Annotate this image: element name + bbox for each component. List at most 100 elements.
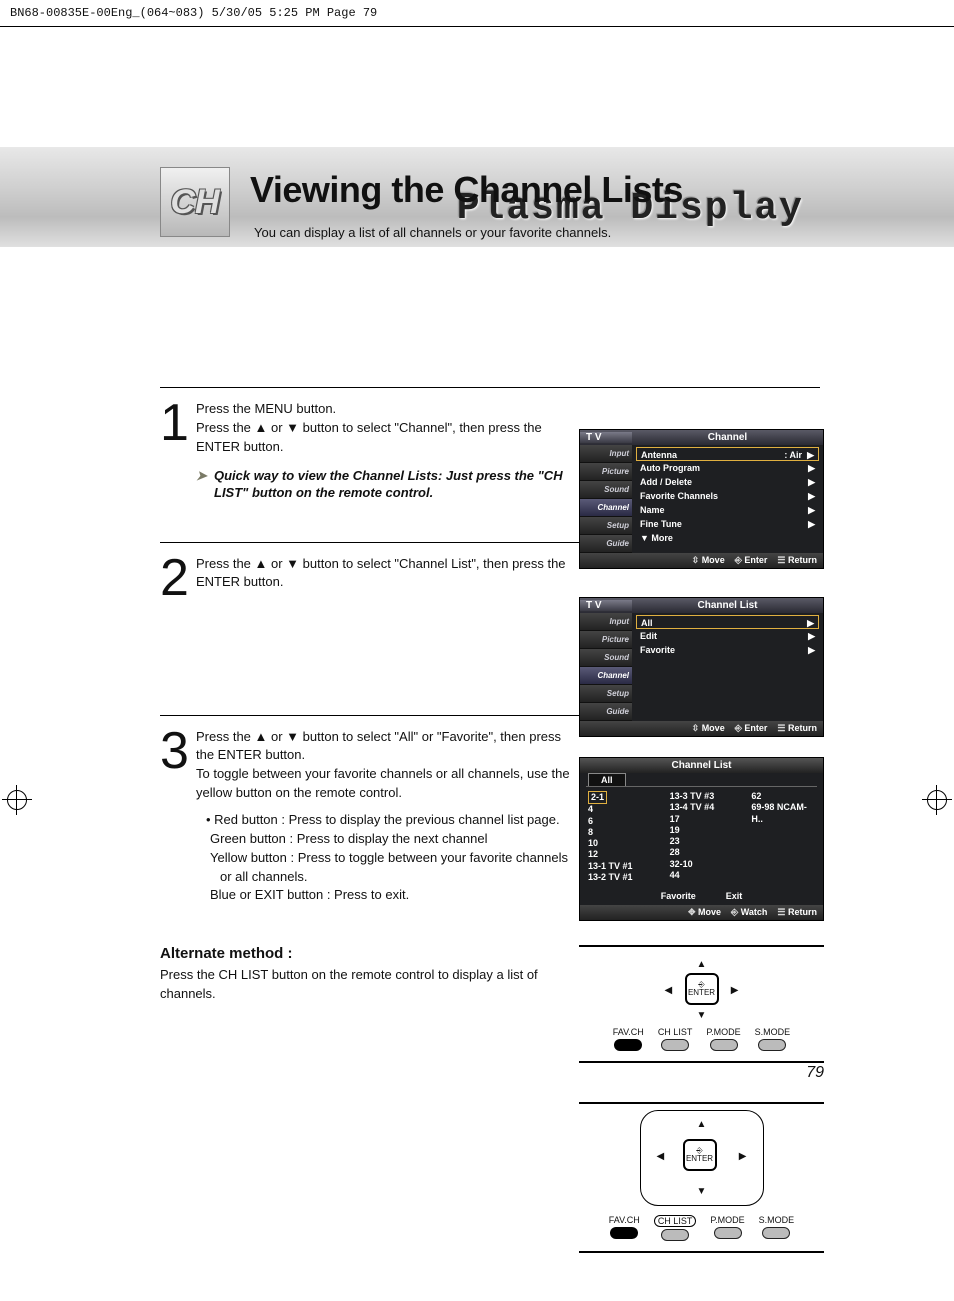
- osd1-return: Return: [777, 555, 817, 566]
- chlist-button-icon: [661, 1039, 689, 1051]
- enter-label: ENTER: [687, 989, 717, 997]
- osd1-side-1: Picture: [580, 463, 632, 481]
- osd3-c2-5: 28: [670, 847, 734, 858]
- osd1-title: Channel: [632, 432, 823, 443]
- step3-b4: Blue or EXIT button : Press to exit.: [206, 886, 570, 905]
- smode-label-2: S.MODE: [759, 1215, 795, 1225]
- osd1-r0-l: Antenna: [641, 448, 677, 460]
- pmode-label: P.MODE: [706, 1027, 740, 1037]
- osd2-side-0: Input: [580, 613, 632, 631]
- pmode-button-icon: [710, 1039, 738, 1051]
- remote-diagram-2: ▲ ▼ ◀ ▶ ⎆ ENTER FAV.CH CH LIST P.MODE S.…: [579, 1102, 824, 1253]
- chlist-label: CH LIST: [658, 1027, 693, 1037]
- osd3-c2-6: 32-10: [670, 859, 734, 870]
- osd3-return: Return: [777, 907, 817, 918]
- osd3-c1-3: 8: [588, 827, 652, 838]
- osd2-tv-label: T V: [580, 600, 632, 611]
- osd3-c2-3: 19: [670, 825, 734, 836]
- step2-line1: Press the ▲ or ▼ button to select "Chann…: [196, 555, 570, 593]
- left-arrow-icon: ◀: [665, 985, 673, 996]
- favch-label: FAV.CH: [613, 1027, 644, 1037]
- pmode-label-2: P.MODE: [710, 1215, 744, 1225]
- osd1-r5-a: ▶: [808, 517, 815, 531]
- osd2-r0: All: [641, 616, 653, 628]
- up-arrow-icon: ▲: [697, 959, 707, 970]
- osd1-tv-label: T V: [580, 432, 632, 443]
- osd2-r1-a: ▶: [808, 629, 815, 643]
- osd3-watch: Watch: [731, 907, 767, 918]
- osd1-r3-a: ▶: [808, 489, 815, 503]
- osd1-r0-r: : Air: [784, 450, 802, 460]
- osd-channel-menu: T V Channel Input Picture Sound Channel …: [579, 429, 824, 569]
- osd2-r2-a: ▶: [808, 643, 815, 657]
- osd1-move: Move: [692, 555, 725, 566]
- osd2-r0-a: ▶: [807, 616, 814, 628]
- step3-b1: • Red button : Press to display the prev…: [206, 811, 570, 830]
- osd3-c2-1: 13-4 TV #4: [670, 802, 734, 813]
- osd-channel-list-all: Channel List All 2-1 4 6 8 10 12 13-1 TV…: [579, 757, 824, 921]
- step3-b3: Yellow button : Press to toggle between …: [206, 849, 570, 887]
- osd3-move: Move: [688, 907, 721, 918]
- osd2-r2: Favorite: [640, 643, 675, 657]
- osd3-c3-0: 62: [751, 791, 815, 802]
- osd1-r4: Name: [640, 503, 665, 517]
- osd3-c1-1: 4: [588, 804, 652, 815]
- dpad-icon: ▲ ▼ ◀ ▶ ⎆ ENTER: [657, 957, 747, 1021]
- osd3-c2-2: 17: [670, 814, 734, 825]
- favch-button-icon: [610, 1227, 638, 1239]
- osd1-side-4: Setup: [580, 517, 632, 535]
- osd2-title: Channel List: [632, 600, 823, 611]
- osd1-r5: Fine Tune: [640, 517, 682, 531]
- osd3-c2-7: 44: [670, 870, 734, 881]
- osd3-title: Channel List: [580, 758, 823, 773]
- step1-line1: Press the MENU button.: [196, 400, 570, 419]
- cropmark-icon: [2, 785, 32, 815]
- down-arrow-icon: ▼: [697, 1010, 707, 1021]
- osd3-c1-4: 10: [588, 838, 652, 849]
- up-arrow-icon: ▲: [697, 1119, 707, 1130]
- step1-line2: Press the ▲ or ▼ button to select "Chann…: [196, 419, 570, 457]
- osd1-side-0: Input: [580, 445, 632, 463]
- osd3-c1-7: 13-2 TV #1: [588, 872, 652, 883]
- osd1-r1: Auto Program: [640, 461, 700, 475]
- osd3-c2-4: 23: [670, 836, 734, 847]
- dpad-outline-icon: ▲ ▼ ◀ ▶ ⎆ ENTER: [640, 1110, 764, 1206]
- enter-label: ENTER: [685, 1155, 715, 1163]
- osd1-enter: Enter: [735, 555, 768, 566]
- osd1-side-5: Guide: [580, 535, 632, 553]
- osd2-enter: Enter: [735, 723, 768, 734]
- step3-line2: To toggle between your favorite channels…: [196, 765, 570, 803]
- enter-button-icon: ⎆ ENTER: [685, 973, 719, 1005]
- page-sub: You can display a list of all channels o…: [254, 225, 611, 240]
- favch-button-icon: [614, 1039, 642, 1051]
- osd3-c2-0: 13-3 TV #3: [670, 791, 734, 802]
- remote-diagram-1: ▲ ▼ ◀ ▶ ⎆ ENTER FAV.CH CH LIST P.MODE S.…: [579, 945, 824, 1063]
- osd3-c1-5: 12: [588, 849, 652, 860]
- pmode-button-icon: [714, 1227, 742, 1239]
- osd1-r2-a: ▶: [808, 475, 815, 489]
- cropmark-icon: [922, 785, 952, 815]
- alternate-heading: Alternate method :: [160, 945, 954, 962]
- osd1-side-2: Sound: [580, 481, 632, 499]
- step-num-3: 3: [160, 728, 188, 906]
- osd1-r0-a: ▶: [807, 450, 814, 460]
- osd-channel-list-menu: T V Channel List Input Picture Sound Cha…: [579, 597, 824, 737]
- enter-button-icon: ⎆ ENTER: [683, 1139, 717, 1171]
- osd3-c3-1: 69-98 NCAM-H..: [751, 802, 815, 825]
- smode-button-icon: [762, 1227, 790, 1239]
- osd2-r1: Edit: [640, 629, 657, 643]
- osd1-side-3: Channel: [580, 499, 632, 517]
- step-num-2: 2: [160, 555, 188, 675]
- chlist-label-2: CH LIST: [654, 1215, 697, 1227]
- step1-tip: Quick way to view the Channel Lists: Jus…: [196, 467, 570, 502]
- osd2-side-2: Sound: [580, 649, 632, 667]
- osd3-c1-0: 2-1: [588, 791, 607, 804]
- step3-b2: Green button : Press to display the next…: [206, 830, 570, 849]
- osd3-c1-6: 13-1 TV #1: [588, 861, 652, 872]
- smode-label: S.MODE: [755, 1027, 791, 1037]
- osd1-r6: ▼ More: [640, 531, 673, 545]
- left-arrow-icon: ◀: [657, 1151, 665, 1162]
- osd3-exit-label: Exit: [726, 891, 743, 901]
- step3-line1: Press the ▲ or ▼ button to select "All" …: [196, 728, 570, 766]
- smode-button-icon: [758, 1039, 786, 1051]
